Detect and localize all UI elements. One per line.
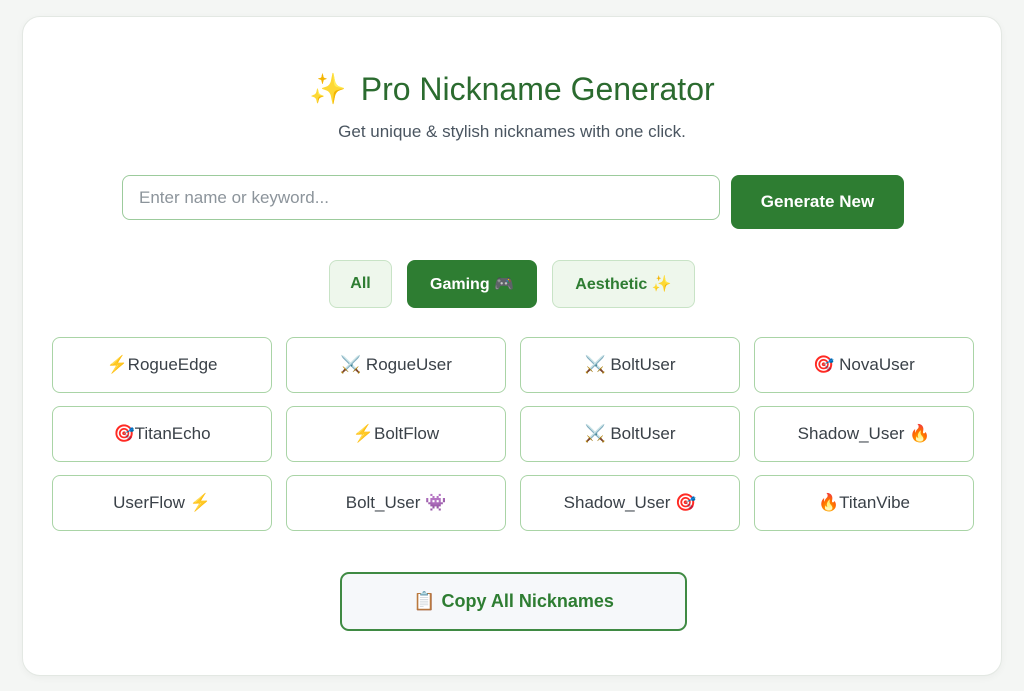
copy-all-label: Copy All Nicknames xyxy=(441,591,614,611)
nickname-card[interactable]: Shadow_User 🎯 xyxy=(520,475,740,531)
nickname-card[interactable]: UserFlow ⚡ xyxy=(52,475,272,531)
category-filters: All Gaming 🎮 Aesthetic ✨ xyxy=(23,260,1001,308)
sparkles-icon: ✨ xyxy=(309,72,347,106)
nickname-card[interactable]: ⚔️ BoltUser xyxy=(520,337,740,393)
page-title: ✨ Pro Nickname Generator xyxy=(23,71,1001,108)
filter-aesthetic[interactable]: Aesthetic ✨ xyxy=(552,260,695,308)
generate-new-button[interactable]: Generate New xyxy=(731,175,904,229)
keyword-input[interactable] xyxy=(122,175,720,220)
nickname-card[interactable]: Shadow_User 🔥 xyxy=(754,406,974,462)
nickname-card[interactable]: ⚔️ BoltUser xyxy=(520,406,740,462)
copy-all-button[interactable]: 📋 Copy All Nicknames xyxy=(340,572,687,631)
nickname-card[interactable]: 🎯 NovaUser xyxy=(754,337,974,393)
nickname-card[interactable]: Bolt_User 👾 xyxy=(286,475,506,531)
nickname-card[interactable]: ⚔️ RogueUser xyxy=(286,337,506,393)
nickname-card[interactable]: 🎯TitanEcho xyxy=(52,406,272,462)
nickname-card[interactable]: ⚡BoltFlow xyxy=(286,406,506,462)
generator-card: ✨ Pro Nickname Generator Get unique & st… xyxy=(22,16,1002,676)
nickname-grid: ⚡RogueEdge ⚔️ RogueUser ⚔️ BoltUser 🎯 No… xyxy=(52,337,974,531)
nickname-card[interactable]: ⚡RogueEdge xyxy=(52,337,272,393)
nickname-card[interactable]: 🔥TitanVibe xyxy=(754,475,974,531)
page-title-text: Pro Nickname Generator xyxy=(360,71,715,107)
page-subtitle: Get unique & stylish nicknames with one … xyxy=(338,122,686,141)
filter-all[interactable]: All xyxy=(329,260,392,308)
clipboard-icon: 📋 xyxy=(413,591,436,611)
filter-gaming[interactable]: Gaming 🎮 xyxy=(407,260,537,308)
